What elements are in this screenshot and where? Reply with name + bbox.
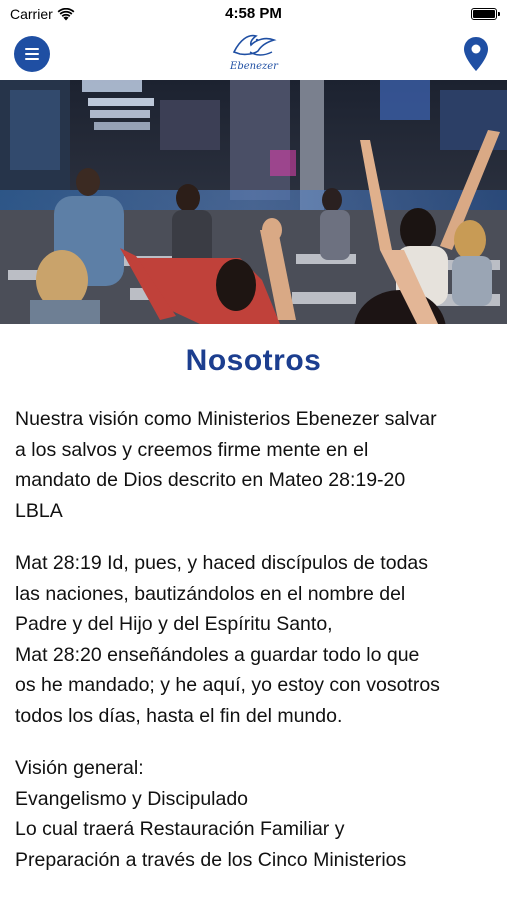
paragraph-overview: Visión general: Evangelismo y Discipulad… [15, 753, 492, 875]
dove-logo-icon [232, 34, 277, 56]
status-time: 4:58 PM [225, 5, 282, 22]
paragraph-line: Visión general: [15, 757, 144, 779]
hamburger-menu-icon [25, 48, 39, 50]
paragraph-line: Evangelismo y Discipulado [15, 787, 249, 810]
paragraph-line: Padre y del Hijo y del Espíritu Santo, [15, 613, 333, 635]
hero-image [0, 80, 507, 324]
status-bar: Carrier 4:58 PM [0, 0, 507, 28]
main-content: Nosotros Nuestra visión como Ministerios… [0, 324, 507, 900]
paragraph-line: Mat 28:19 Id, pues, y haced discípulos d… [15, 552, 429, 574]
ebenezer-logo: Ebenezer [226, 30, 282, 76]
battery-icon [471, 8, 500, 20]
paragraph-line: Preparación a través de los Cinco Minist… [15, 848, 407, 871]
paragraph-line: LBLA [15, 499, 63, 522]
paragraph-scripture: Mat 28:19 Id, pues, y haced discípulos d… [15, 548, 492, 731]
paragraph-line: Mat 28:20 enseñándoles a guardar todo lo… [15, 643, 420, 666]
paragraph-line: las naciones, bautizándolos en el nombre… [15, 582, 406, 605]
page-title: Nosotros [185, 344, 322, 377]
paragraph-line: todos los días, hasta el fin del mundo. [15, 704, 343, 727]
worship-photo [0, 80, 507, 324]
menu-button[interactable] [14, 36, 50, 72]
paragraph-line: a los salvos y creemos firme mente en el [15, 438, 369, 461]
paragraph-line: os he mandado; y he aquí, yo estoy con v… [15, 674, 440, 696]
paragraph-line: Lo cual traerá Restauración Familiar y [15, 818, 345, 840]
logo-text: Ebenezer [230, 61, 278, 72]
paragraph-line: Nuestra visión como Ministerios Ebenezer… [15, 408, 437, 430]
nav-bar: Ebenezer [0, 28, 507, 80]
paragraph-vision: Nuestra visión como Ministerios Ebenezer… [15, 404, 492, 526]
map-pin-icon[interactable] [463, 36, 489, 72]
paragraph-line: mandato de Dios descrito en Mateo 28:19-… [15, 469, 406, 491]
